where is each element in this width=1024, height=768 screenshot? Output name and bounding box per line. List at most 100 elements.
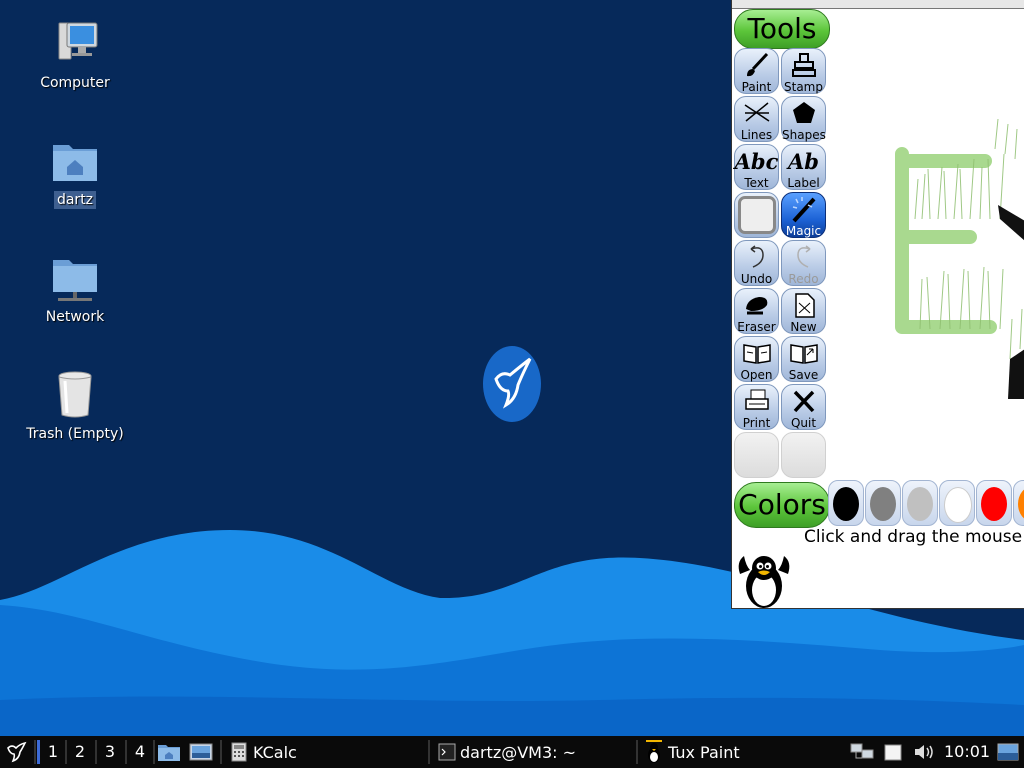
taskbar-separator	[220, 740, 222, 764]
tool-label: Shapes	[782, 128, 826, 142]
tool-label: Eraser	[737, 320, 776, 334]
tool-label: Save	[788, 368, 819, 382]
tool-magic-button[interactable]: Magic	[781, 192, 826, 238]
desktop-preview-icon	[189, 743, 213, 761]
start-menu-button[interactable]	[4, 736, 30, 768]
tool-undo-button[interactable]: Undo	[734, 240, 779, 286]
color-dot	[833, 487, 859, 521]
color-swatch[interactable]	[828, 480, 864, 526]
tool-quit-button[interactable]: Quit	[781, 384, 826, 430]
desktop-thumbnail-icon	[997, 743, 1019, 761]
task-tuxpaint[interactable]: Tux Paint	[645, 736, 740, 768]
desktop-icon-label: dartz	[53, 191, 97, 209]
file-manager-launcher[interactable]	[157, 736, 181, 768]
clipboard-icon	[884, 744, 902, 761]
tool-label: Label	[787, 176, 820, 190]
tool-paint-button[interactable]: Paint	[734, 48, 779, 94]
tool-save-button[interactable]: Save	[781, 336, 826, 382]
color-swatch[interactable]	[865, 480, 901, 526]
tool-blank-button[interactable]	[734, 192, 779, 238]
tool-text-button[interactable]: Abc Text	[734, 144, 779, 190]
distro-logo	[482, 345, 542, 423]
tool-new-button[interactable]: New	[781, 288, 826, 334]
color-swatch[interactable]	[1013, 480, 1024, 526]
show-desktop-launcher[interactable]	[189, 736, 213, 768]
tool-open-button[interactable]: Open	[734, 336, 779, 382]
status-text: Click and drag the mouse	[804, 527, 1023, 547]
paintbrush-icon	[735, 49, 778, 81]
canvas-drawing	[895, 118, 1024, 399]
tool-label: Stamp	[784, 80, 823, 94]
clock[interactable]: 10:01	[944, 736, 990, 768]
eraser-icon	[735, 289, 778, 321]
save-book-icon	[782, 337, 825, 369]
workspace-4-button[interactable]: 4	[127, 740, 153, 764]
task-terminal[interactable]: dartz@VM3: ~	[438, 736, 576, 768]
terminal-icon	[438, 743, 456, 761]
tux-penguin-icon	[734, 552, 794, 608]
tool-print-button[interactable]: Print	[734, 384, 779, 430]
printer-icon	[735, 385, 778, 417]
color-dot	[870, 487, 896, 521]
tool-label: Redo	[788, 272, 819, 286]
show-desktop-button[interactable]	[997, 736, 1019, 768]
color-dot	[1018, 487, 1024, 521]
workspace-3-button[interactable]: 3	[97, 740, 123, 764]
task-label: Tux Paint	[668, 742, 740, 762]
tool-label: New	[790, 320, 817, 334]
home-folder-icon	[158, 745, 180, 761]
tool-label: Magic	[785, 224, 822, 238]
calculator-icon	[231, 742, 247, 762]
desktop[interactable]: Computer dartz Network Trash (Empty) Too…	[0, 0, 1024, 736]
tuxpaint-window[interactable]: Tools Paint Stamp Lines Shapes Abc Text …	[731, 0, 1024, 609]
task-kcalc[interactable]: KCalc	[231, 736, 297, 768]
tool-label-button[interactable]: Ab Label	[781, 144, 826, 190]
taskbar-separator	[153, 740, 155, 764]
desktop-icon-trash[interactable]: Trash (Empty)	[10, 371, 140, 443]
tool-lines-button[interactable]: Lines	[734, 96, 779, 142]
workspace-2-button[interactable]: 2	[67, 740, 93, 764]
clipboard-tray-icon[interactable]	[883, 736, 903, 768]
new-page-icon	[782, 289, 825, 321]
menu-logo-icon	[7, 741, 27, 763]
desktop-icon-home-folder[interactable]: dartz	[10, 137, 140, 209]
color-swatch[interactable]	[939, 480, 975, 526]
desktop-icon-network[interactable]: Network	[10, 254, 140, 326]
window-titlebar[interactable]	[732, 0, 1024, 9]
tool-shapes-button[interactable]: Shapes	[781, 96, 826, 142]
color-swatch[interactable]	[902, 480, 938, 526]
workspace-1-button[interactable]: 1	[37, 740, 66, 764]
stamp-icon	[782, 49, 825, 81]
tool-label: Open	[740, 368, 773, 382]
tool-label: Undo	[740, 272, 773, 286]
taskbar-separator	[428, 740, 430, 764]
color-swatch[interactable]	[976, 480, 1012, 526]
task-label: dartz@VM3: ~	[460, 742, 577, 762]
tool-label: Lines	[740, 128, 773, 142]
drawing-canvas[interactable]	[830, 9, 1024, 479]
lines-icon	[735, 97, 778, 129]
computer-icon	[50, 20, 100, 70]
undo-icon	[735, 241, 778, 273]
task-label: KCalc	[253, 742, 297, 762]
color-dot	[944, 487, 972, 523]
tool-empty-slot	[734, 432, 779, 478]
tool-empty-slot	[781, 432, 826, 478]
network-tray-icon[interactable]	[850, 736, 874, 768]
pentagon-icon	[782, 97, 825, 129]
label-abc-icon: Ab	[788, 148, 819, 174]
tool-redo-button[interactable]: Redo	[781, 240, 826, 286]
taskbar-separator	[636, 740, 638, 764]
open-book-icon	[735, 337, 778, 369]
redo-icon	[782, 241, 825, 273]
desktop-icon-label: Computer	[40, 75, 110, 91]
desktop-icon-computer[interactable]: Computer	[10, 20, 140, 92]
color-dot	[907, 487, 933, 521]
taskbar-separator	[34, 740, 36, 764]
speaker-icon	[915, 745, 933, 759]
tool-stamp-button[interactable]: Stamp	[781, 48, 826, 94]
volume-tray-icon[interactable]	[913, 736, 937, 768]
tool-eraser-button[interactable]: Eraser	[734, 288, 779, 334]
taskbar: 1 2 3 4 KCalc dartz@VM3: ~ Tux Paint 10:…	[0, 736, 1024, 768]
tool-label: Text	[744, 176, 769, 190]
